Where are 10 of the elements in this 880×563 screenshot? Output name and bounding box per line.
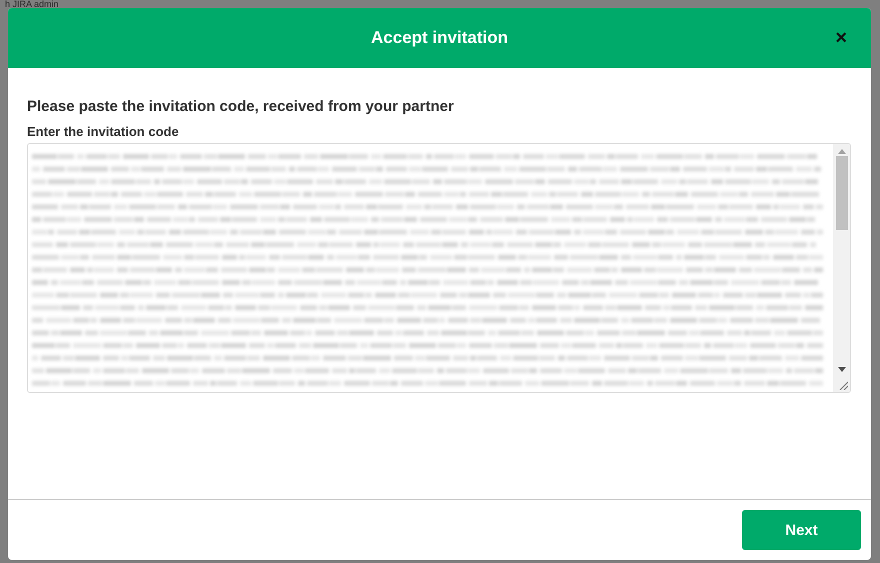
page-title: h JIRA admin xyxy=(5,0,59,8)
scroll-up-icon[interactable] xyxy=(838,149,846,154)
scrollbar[interactable] xyxy=(833,144,850,392)
instruction-text: Please paste the invitation code, received from your partner xyxy=(27,98,455,115)
scroll-down-icon[interactable] xyxy=(838,367,846,372)
close-button[interactable]: × xyxy=(835,28,847,48)
resize-handle-icon[interactable] xyxy=(839,381,848,390)
field-label: Enter the invitation code xyxy=(27,124,180,139)
dialog-title: Accept invitation xyxy=(371,28,508,48)
scrollbar-thumb[interactable] xyxy=(836,156,848,230)
